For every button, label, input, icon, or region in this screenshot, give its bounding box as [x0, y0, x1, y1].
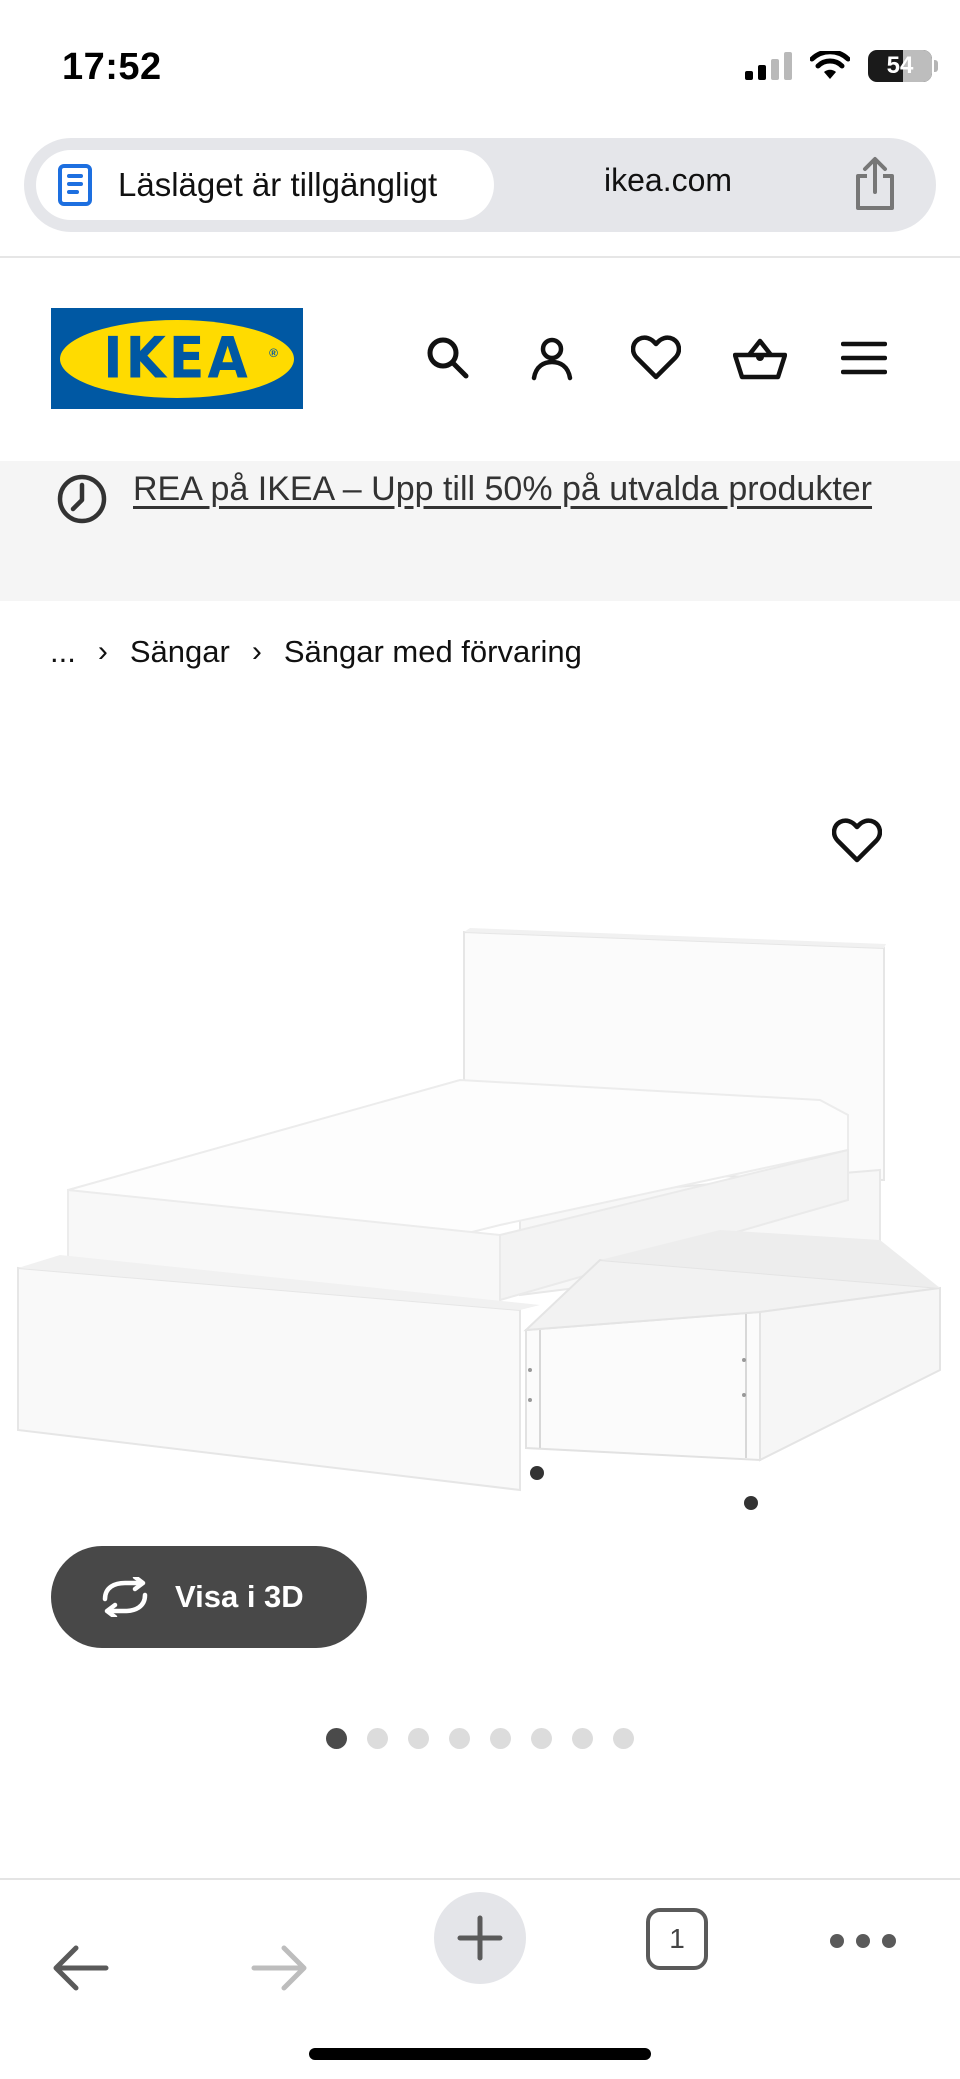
favorites-heart-icon[interactable] — [628, 330, 684, 386]
view-3d-button[interactable]: Visa i 3D — [51, 1546, 367, 1648]
home-indicator[interactable] — [309, 2048, 651, 2060]
reader-mode-button[interactable]: Läsläget är tillgängligt — [36, 150, 494, 220]
status-bar: 17:52 54 — [0, 0, 960, 130]
status-time: 17:52 — [62, 46, 162, 88]
carousel-dot[interactable] — [613, 1728, 634, 1749]
carousel-dot[interactable] — [490, 1728, 511, 1749]
cart-icon[interactable] — [732, 330, 788, 386]
tabs-button[interactable]: 1 — [646, 1908, 708, 1970]
carousel-dot[interactable] — [531, 1728, 552, 1749]
favorite-heart-icon[interactable] — [832, 818, 882, 864]
promo-link[interactable]: REA på IKEA – Upp till 50% på utvalda pr… — [133, 463, 893, 516]
breadcrumb-ellipsis[interactable]: ... — [50, 634, 76, 670]
breadcrumb: ... › Sängar › Sängar med förvaring — [50, 634, 582, 670]
plus-icon — [457, 1915, 503, 1961]
view-3d-label: Visa i 3D — [175, 1579, 304, 1614]
reader-mode-icon — [58, 164, 92, 206]
rotate-3d-icon — [102, 1577, 148, 1617]
forward-arrow-icon[interactable] — [248, 1940, 312, 1996]
more-icon[interactable] — [830, 1934, 896, 1948]
carousel-dot[interactable] — [572, 1728, 593, 1749]
chevron-right-icon: › — [97, 635, 108, 668]
status-icons: 54 — [745, 50, 938, 82]
carousel-dot[interactable] — [367, 1728, 388, 1749]
tab-count: 1 — [669, 1923, 685, 1954]
promo-banner: REA på IKEA – Upp till 50% på utvalda pr… — [0, 461, 960, 601]
new-tab-button[interactable] — [434, 1892, 526, 1984]
wifi-icon — [810, 51, 850, 79]
carousel-dot[interactable] — [408, 1728, 429, 1749]
breadcrumb-item-sangar-med-forvaring[interactable]: Sängar med förvaring — [284, 634, 582, 670]
cellular-signal-icon — [745, 52, 792, 80]
search-icon[interactable] — [420, 330, 476, 386]
carousel-dot[interactable] — [326, 1728, 347, 1749]
browser-toolbar: 1 — [0, 1878, 960, 2079]
image-carousel-dots — [326, 1728, 634, 1749]
clock-icon — [57, 474, 107, 524]
logo-text: IKEA — [103, 325, 251, 392]
ikea-logo[interactable]: IKEA ® — [51, 308, 303, 409]
menu-icon[interactable] — [836, 330, 892, 386]
divider — [0, 256, 960, 258]
reader-mode-label: Läsläget är tillgängligt — [118, 166, 438, 203]
account-icon[interactable] — [524, 330, 580, 386]
chevron-right-icon: › — [251, 635, 262, 668]
carousel-dot[interactable] — [449, 1728, 470, 1749]
url-text[interactable]: ikea.com — [604, 162, 732, 199]
share-icon[interactable] — [850, 156, 900, 212]
address-bar[interactable]: Läsläget är tillgängligt ikea.com — [24, 138, 936, 232]
back-arrow-icon[interactable] — [48, 1940, 112, 1996]
header-nav — [420, 330, 892, 386]
breadcrumb-item-sangar[interactable]: Sängar — [130, 634, 230, 670]
battery-icon: 54 — [868, 50, 938, 82]
battery-level: 54 — [886, 52, 914, 79]
product-image[interactable] — [0, 900, 960, 1540]
